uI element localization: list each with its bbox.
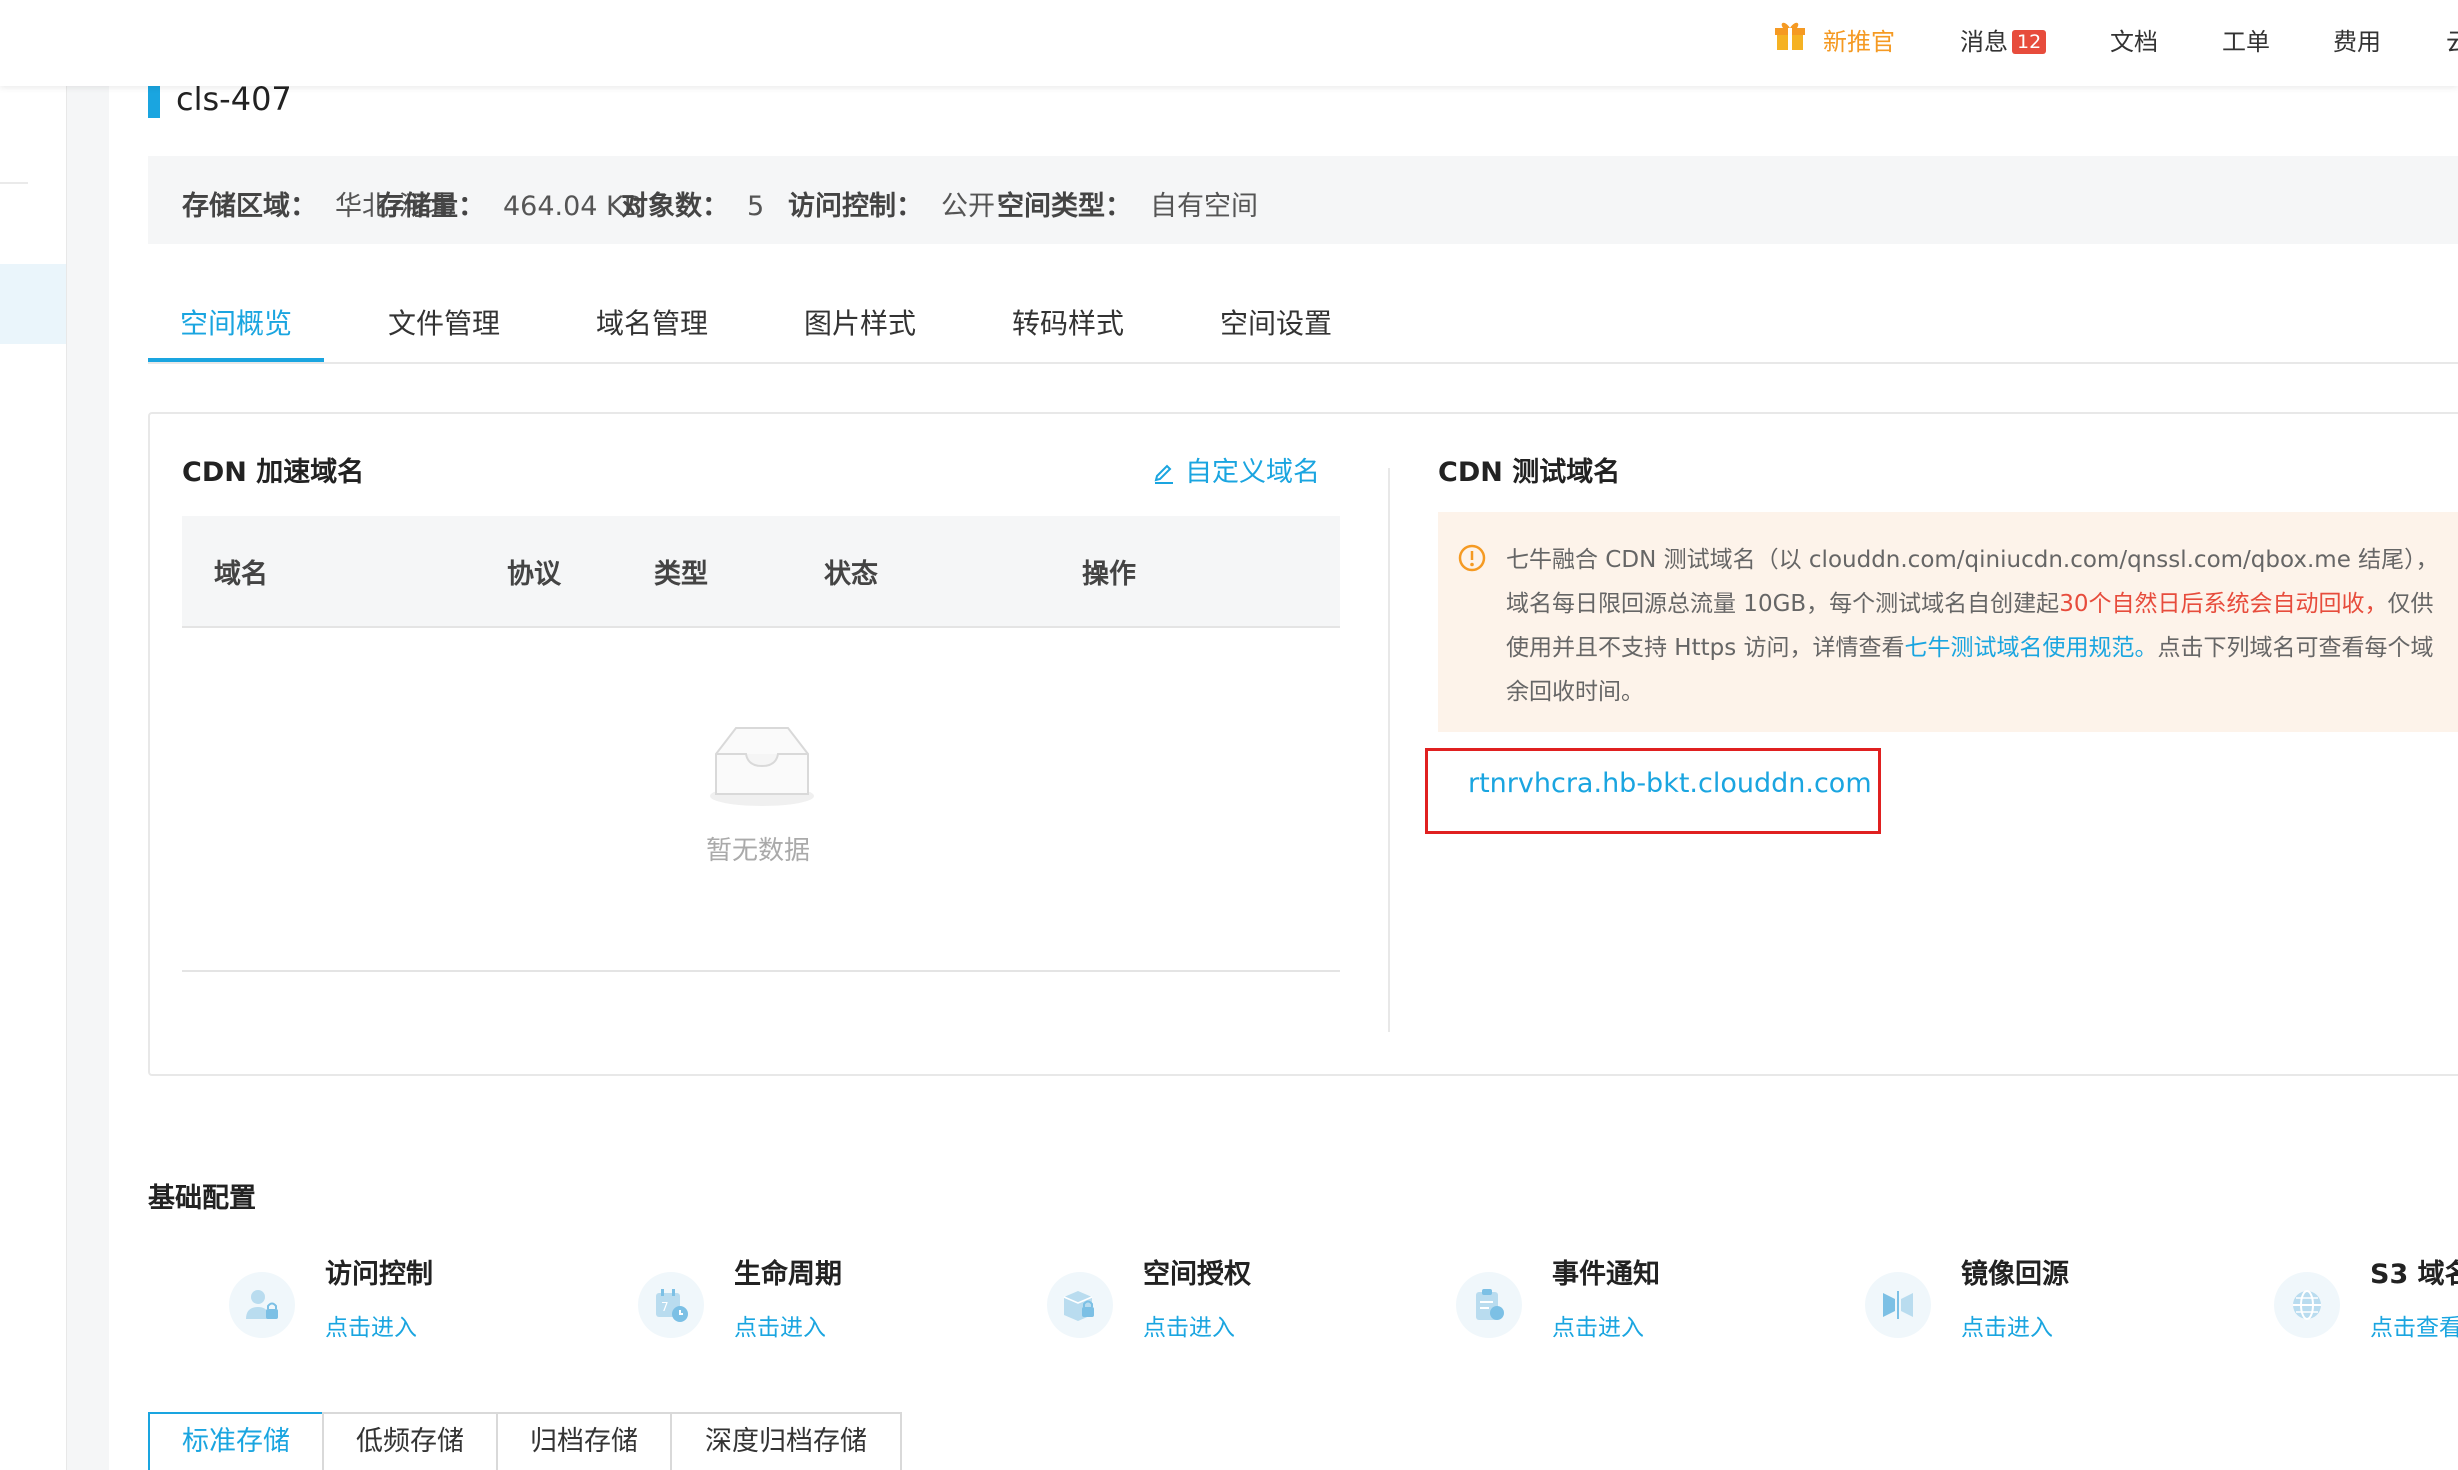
test-domain-link[interactable]: rtnrvhcra.hb-bkt.clouddn.com <box>1468 768 1872 799</box>
empty-inbox-icon <box>710 727 814 806</box>
info-storage: 存储量： 464.04 KB <box>377 184 642 223</box>
promo-link[interactable]: 新推官 <box>1823 22 1895 57</box>
panel-divider <box>1388 468 1390 1032</box>
notice-line-4: 余回收时间。 <box>1506 679 1644 705</box>
cdn-table-header: 域名 协议 类型 状态 操作 <box>182 516 1340 628</box>
gift-icon[interactable] <box>1775 20 1805 52</box>
info-objects: 对象数： 5 <box>621 184 764 223</box>
config-name: 生命周期 <box>734 1259 842 1290</box>
title-accent-bar <box>148 86 160 118</box>
info-objects-value: 5 <box>747 191 765 222</box>
notice-line-2c: 仅供 <box>2387 591 2434 617</box>
tab-standard-storage[interactable]: 标准存储 <box>148 1412 324 1470</box>
config-enter-link[interactable]: 点击进入 <box>1552 1308 1644 1342</box>
basic-config-title: 基础配置 <box>148 1183 256 1214</box>
config-name: 空间授权 <box>1143 1259 1251 1290</box>
calendar-clock-icon: 7 <box>638 1272 704 1338</box>
left-sidebar <box>0 86 67 1470</box>
cdn-domain-title: CDN 加速域名 <box>182 457 365 488</box>
notice-line-3c: 点击下列域名可查看每个域 <box>2157 635 2434 661</box>
info-storage-label: 存储量： <box>377 191 485 222</box>
tab-files[interactable]: 文件管理 <box>388 302 500 342</box>
info-objects-label: 对象数： <box>621 191 729 222</box>
config-name: 镜像回源 <box>1961 1259 2069 1290</box>
edit-icon <box>1154 464 1173 484</box>
user-lock-icon <box>229 1272 295 1338</box>
tab-domains[interactable]: 域名管理 <box>596 302 708 342</box>
tab-low-frequency-storage[interactable]: 低频存储 <box>322 1412 498 1470</box>
clipboard-notify-icon <box>1456 1272 1522 1338</box>
svg-text:7: 7 <box>661 1300 669 1314</box>
tab-archive-storage[interactable]: 归档存储 <box>496 1412 672 1470</box>
tab-deep-archive-storage[interactable]: 深度归档存储 <box>670 1412 902 1470</box>
config-name: S3 域名 <box>2370 1259 2458 1290</box>
active-tab-indicator <box>148 358 324 362</box>
info-access-label: 访问控制： <box>788 191 923 222</box>
sidebar-gutter <box>67 86 109 1470</box>
messages-label: 消息 <box>1960 28 2008 56</box>
table-bottom-border <box>182 970 1340 972</box>
col-action: 操作 <box>1082 559 1136 590</box>
config-name: 访问控制 <box>325 1259 433 1290</box>
test-domain-title: CDN 测试域名 <box>1438 457 1621 488</box>
test-domain-rules-link[interactable]: 七牛测试域名使用规范。 <box>1905 635 2158 661</box>
config-enter-link[interactable]: 点击进入 <box>1961 1308 2053 1342</box>
config-enter-link[interactable]: 点击进入 <box>1143 1308 1235 1342</box>
notice-line-2a: 域名每日限回源总流量 10GB，每个测试域名自创建起 <box>1506 591 2060 617</box>
custom-domain-link[interactable]: 自定义域名 <box>1153 450 1320 489</box>
col-type: 类型 <box>654 559 708 590</box>
col-status: 状态 <box>824 559 878 590</box>
info-access: 访问控制： 公开 <box>788 184 995 223</box>
custom-domain-label: 自定义域名 <box>1185 457 1320 488</box>
info-type-label: 空间类型： <box>997 191 1132 222</box>
notice-line-3: 使用并且不支持 Https 访问，详情查看七牛测试域名使用规范。点击下列域名可查… <box>1506 626 2458 670</box>
tab-overview[interactable]: 空间概览 <box>180 302 292 342</box>
fee-link[interactable]: 费用 <box>2333 22 2381 57</box>
box-lock-icon <box>1047 1272 1113 1338</box>
message-count-badge: 12 <box>2012 30 2047 54</box>
col-protocol: 协议 <box>507 559 561 590</box>
sidebar-divider <box>0 182 28 184</box>
info-region-label: 存储区域： <box>182 191 317 222</box>
mirror-icon <box>1865 1272 1931 1338</box>
info-type-value: 自有空间 <box>1150 191 1258 222</box>
bucket-tabs: 空间概览 文件管理 域名管理 图片样式 转码样式 空间设置 <box>148 280 2458 364</box>
notice-line-2: 域名每日限回源总流量 10GB，每个测试域名自创建起30个自然日后系统会自动回收… <box>1506 582 2458 626</box>
notice-recycle-warning: 30个自然日后系统会自动回收， <box>2059 591 2388 617</box>
tab-settings[interactable]: 空间设置 <box>1220 302 1332 342</box>
bucket-info-strip: 存储区域： 华北-河北 存储量： 464.04 KB 对象数： 5 访问控制： 公开 空… <box>148 156 2458 244</box>
config-enter-link[interactable]: 点击进入 <box>734 1308 826 1342</box>
warning-icon <box>1458 544 1486 572</box>
empty-state-text: 暂无数据 <box>706 836 811 866</box>
notice-text: 七牛融合 CDN 测试域名（以 clouddn.com/qiniucdn.com… <box>1506 538 2458 714</box>
globe-icon <box>2274 1272 2340 1338</box>
notice-line-1: 七牛融合 CDN 测试域名（以 clouddn.com/qiniucdn.com… <box>1506 547 2439 573</box>
config-enter-link[interactable]: 点击进入 <box>325 1308 417 1342</box>
info-access-value: 公开 <box>941 191 995 222</box>
config-enter-link[interactable]: 点击查看 <box>2370 1308 2458 1342</box>
col-domain: 域名 <box>214 559 268 590</box>
ticket-link[interactable]: 工单 <box>2222 22 2270 57</box>
tab-image-styles[interactable]: 图片样式 <box>804 302 916 342</box>
tab-transcode-styles[interactable]: 转码样式 <box>1012 302 1124 342</box>
docs-link[interactable]: 文档 <box>2110 22 2158 57</box>
messages-link[interactable]: 消息 12 <box>1960 22 2047 57</box>
cloud-link[interactable]: 云 <box>2446 22 2458 57</box>
config-name: 事件通知 <box>1552 1259 1660 1290</box>
top-navbar: 新推官 消息12 文档 工单 费用 云 <box>0 0 2458 86</box>
sidebar-item-active[interactable] <box>0 264 66 344</box>
notice-line-3a: 使用并且不支持 Https 访问，详情查看 <box>1506 635 1905 661</box>
info-type: 空间类型： 自有空间 <box>997 184 1258 223</box>
